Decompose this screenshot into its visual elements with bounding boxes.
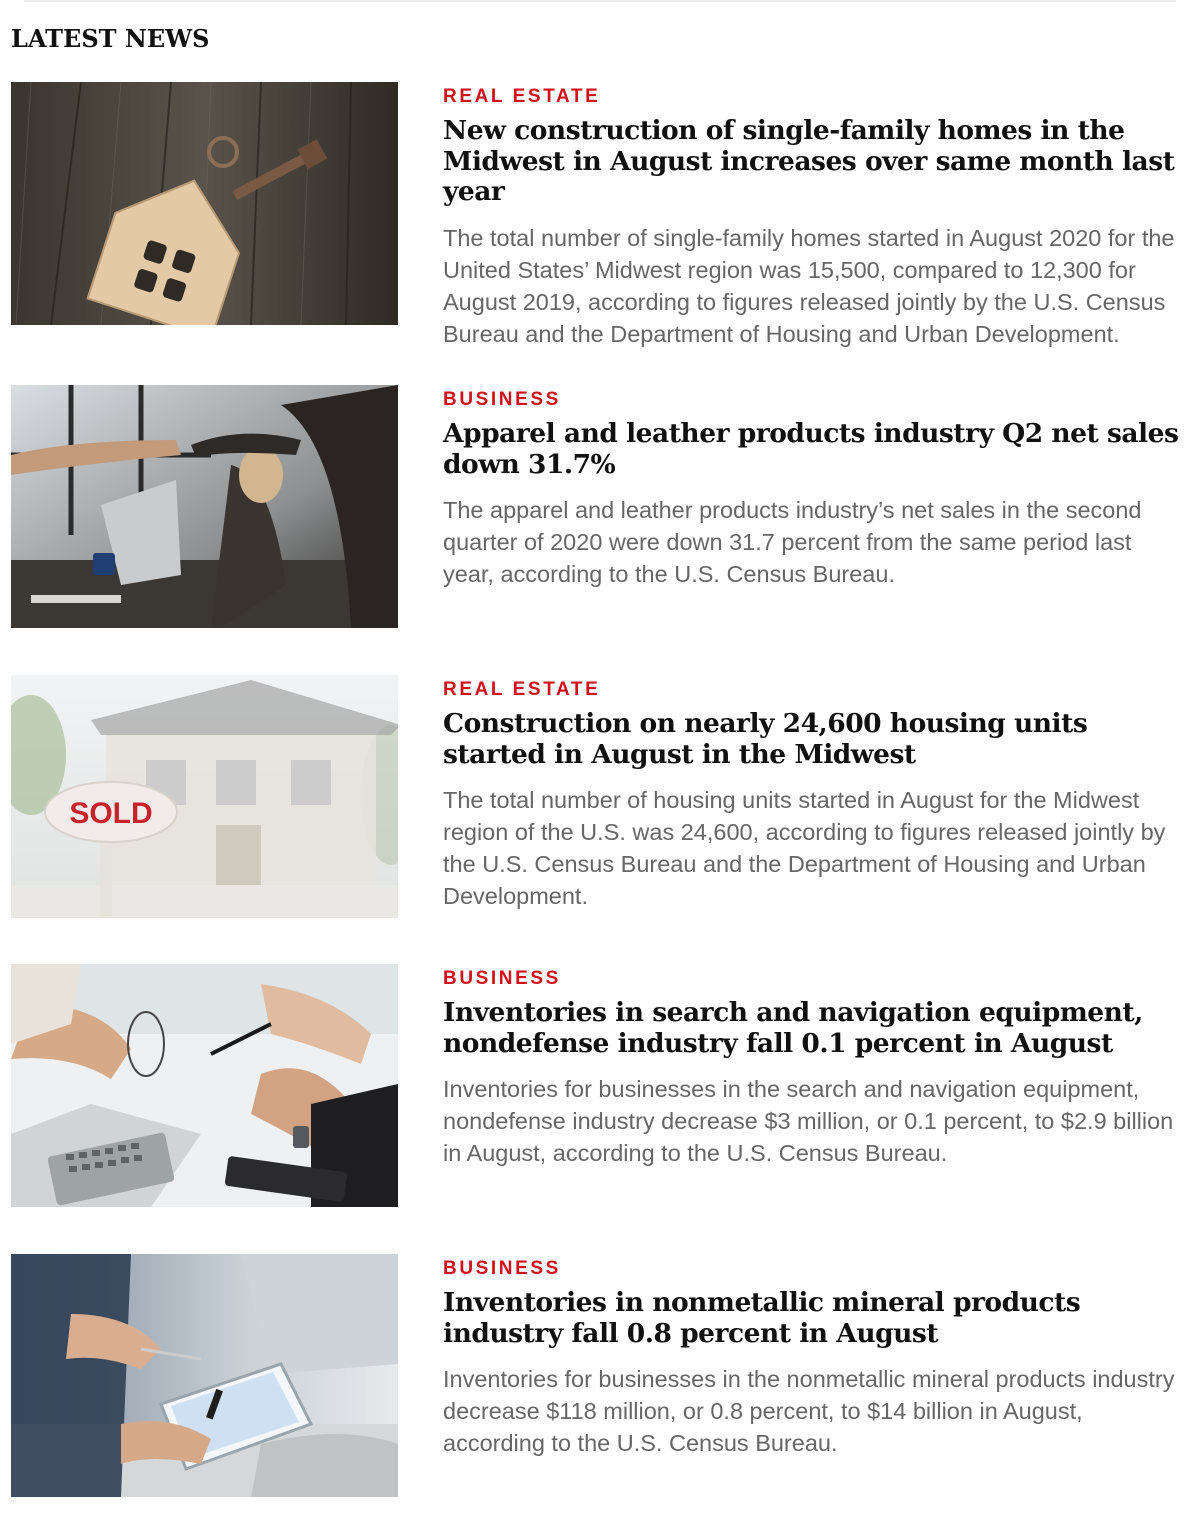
article-category[interactable]: BUSINESS [443,968,1183,990]
article-item: BUSINESS Inventories in search and navig… [11,964,1181,1234]
article-image-link[interactable] [11,385,398,628]
article-headline[interactable]: New construction of single-family homes … [443,115,1183,208]
article-image-link[interactable]: SOLD [11,675,398,918]
article-excerpt: Inventories for businesses in the nonmet… [443,1366,1175,1456]
article-image-link[interactable] [11,1254,398,1497]
article-excerpt: Inventories for businesses in the search… [443,1076,1174,1166]
article-item: SOLD REAL ESTATE Construction on nearly … [11,675,1181,945]
article-excerpt: The apparel and leather products industr… [443,497,1142,587]
article-headline[interactable]: Apparel and leather products industry Q2… [443,418,1183,480]
article-item: BUSINESS Apparel and leather products in… [11,385,1181,655]
sold-sign-text: SOLD [69,797,152,830]
article-headline[interactable]: Inventories in nonmetallic mineral produ… [443,1287,1183,1349]
article-item: BUSINESS Inventories in nonmetallic mine… [11,1254,1181,1524]
article-category[interactable]: BUSINESS [443,1258,1183,1280]
top-divider [24,0,1176,2]
section-title: LATEST NEWS [11,24,210,53]
sold-sign-house-photo: SOLD [11,675,398,918]
article-category[interactable]: BUSINESS [443,389,1183,411]
article-headline[interactable]: Construction on nearly 24,600 housing un… [443,708,1183,770]
wooden-house-keychain-photo [11,82,398,325]
article-headline[interactable]: Inventories in search and navigation equ… [443,997,1183,1059]
article-excerpt: The total number of single-family homes … [443,224,1175,347]
article-excerpt: The total number of housing units starte… [443,787,1166,909]
article-category[interactable]: REAL ESTATE [443,86,1183,108]
article-image-link[interactable] [11,964,398,1207]
article-item: REAL ESTATE New construction of single-f… [11,82,1181,352]
tablet-meeting-photo [11,1254,398,1497]
meeting-table-keyboard-photo [11,964,398,1207]
article-image-link[interactable] [11,82,398,325]
article-category[interactable]: REAL ESTATE [443,679,1183,701]
business-handshake-photo [11,385,398,628]
